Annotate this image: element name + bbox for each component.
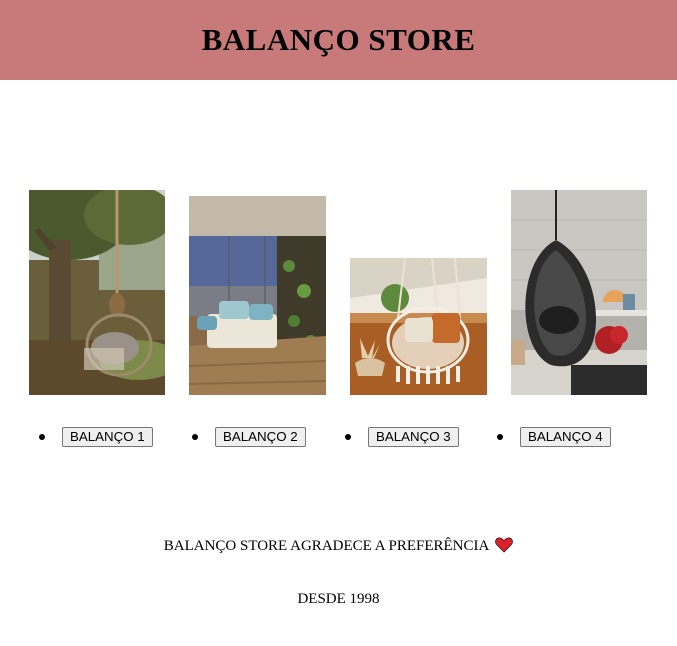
product-image-4	[511, 190, 647, 395]
list-item: BALANÇO 1	[39, 427, 153, 447]
product-image-3	[350, 258, 487, 395]
product-button-4[interactable]: BALANÇO 4	[520, 427, 611, 447]
product-image-1	[29, 190, 165, 395]
product-button-3[interactable]: BALANÇO 3	[368, 427, 459, 447]
bullet-icon	[39, 434, 45, 440]
product-button-1[interactable]: BALANÇO 1	[62, 427, 153, 447]
since-text: DESDE 1998	[297, 591, 380, 607]
bullet-icon	[192, 434, 198, 440]
list-item: BALANÇO 3	[345, 427, 459, 447]
product-image-2	[189, 196, 326, 395]
list-item: BALANÇO 2	[192, 427, 306, 447]
thanks-message: BALANÇO STORE AGRADECE A PREFERÊNCIA	[0, 537, 677, 558]
heart-icon	[495, 537, 514, 558]
thanks-text: BALANÇO STORE AGRADECE A PREFERÊNCIA	[163, 538, 489, 554]
store-title: BALANÇO STORE	[201, 22, 476, 57]
list-item: BALANÇO 4	[497, 427, 611, 447]
bullet-icon	[497, 434, 503, 440]
product-button-2[interactable]: BALANÇO 2	[215, 427, 306, 447]
bullet-icon	[345, 434, 351, 440]
store-header: BALANÇO STORE	[0, 0, 677, 80]
